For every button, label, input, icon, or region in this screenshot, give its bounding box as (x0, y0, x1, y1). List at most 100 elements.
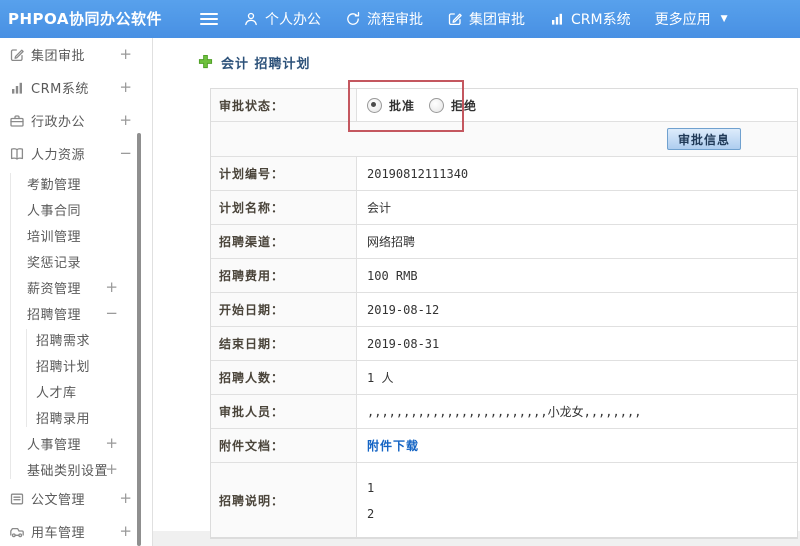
form-row: 开始日期： 2019-08-12 (211, 293, 797, 327)
expand-icon[interactable]: + (119, 113, 132, 128)
sidebar: 集团审批 + CRM系统 + 行政办公 + 人力资源 − 考勤管理 人事合同 培训管理 奖惩记录 薪资管… (0, 38, 153, 546)
topbar: PHPOA协同办公软件 个人办公 流程审批 集团审批 CRM系统 更多应用 ▼ (0, 0, 800, 38)
hamburger-icon[interactable] (200, 13, 218, 28)
topnav-item-2[interactable]: 流程审批 (345, 9, 423, 29)
sidebar-item[interactable]: 人事合同 (0, 196, 152, 222)
cycle-icon (345, 11, 361, 27)
expand-icon[interactable]: + (119, 524, 132, 539)
radio-button-checked-icon[interactable] (367, 97, 382, 113)
sidebar-item[interactable]: 人力资源 − (0, 137, 152, 170)
sidebar-item-label: 公文管理 (31, 493, 86, 508)
collapse-icon[interactable]: − (119, 146, 132, 161)
sidebar-item-label: 人事管理 (27, 437, 82, 453)
car-icon (9, 524, 25, 540)
field-value: 会计 (367, 201, 392, 215)
sidebar-menu: 集团审批 + CRM系统 + 行政办公 + 人力资源 − 考勤管理 人事合同 培训管理 奖惩记录 薪资管… (0, 38, 152, 546)
page-header: 会计 招聘计划 (198, 53, 311, 72)
field-label: 招聘渠道： (211, 225, 357, 258)
sidebar-item[interactable]: 招聘管理 − (0, 300, 152, 326)
sidebar-item-label: CRM系统 (31, 82, 89, 97)
field-label: 开始日期： (211, 293, 357, 326)
content-panel: 会计 招聘计划 审批状态： 批准 拒绝 审批信息 计划编号： 201908121… (153, 38, 800, 539)
sidebar-item-label: 考勤管理 (27, 177, 82, 193)
sidebar-item[interactable]: 招聘录用 (0, 404, 152, 430)
sidebar-submenu: 考勤管理人事合同培训管理奖惩记录薪资管理 + 招聘管理 − 招聘需求 招聘计划 人才库招聘录… (0, 170, 152, 482)
field-label: 招聘说明： (211, 463, 357, 537)
expand-icon[interactable]: + (105, 461, 118, 477)
chart-icon (9, 80, 25, 96)
sidebar-item[interactable]: 人事管理 + (0, 430, 152, 456)
expand-icon[interactable]: + (119, 80, 132, 95)
sidebar-item[interactable]: 集团审批 + (0, 38, 152, 71)
sidebar-item-label: 基础类别设置 (27, 463, 109, 479)
plus-icon (198, 54, 213, 72)
approval-status-row: 审批状态： 批准 拒绝 (211, 89, 797, 122)
collapse-icon[interactable]: − (105, 305, 118, 321)
radio-approve-label: 批准 (389, 98, 416, 113)
field-value: ,,,,,,,,,,,,,,,,,,,,,,,,,小龙女,,,,,,,, (367, 405, 642, 419)
detail-form: 审批状态： 批准 拒绝 审批信息 计划编号： 20190812111340 计划… (210, 88, 798, 539)
field-value: 1 人 (367, 371, 394, 385)
topnav-item-label: 集团审批 (469, 12, 525, 28)
field-value: 附件下载 (357, 429, 797, 462)
field-label: 计划编号： (211, 157, 357, 190)
sidebar-item[interactable]: 招聘需求 (0, 326, 152, 352)
approval-info-button[interactable]: 审批信息 (666, 128, 741, 150)
sidebar-item-label: 培训管理 (27, 229, 82, 245)
topnav-item-label: 个人办公 (265, 12, 321, 28)
chart-icon (549, 11, 565, 27)
field-label: 计划名称： (211, 191, 357, 224)
expand-icon[interactable]: + (119, 491, 132, 506)
sidebar-item[interactable]: 考勤管理 (0, 170, 152, 196)
topnav-item-label: CRM系统 (571, 12, 631, 28)
topnav-item-4[interactable]: CRM系统 (549, 9, 631, 29)
field-label: 审批状态： (211, 89, 357, 121)
expand-icon[interactable]: + (119, 47, 132, 62)
form-row: 审批人员： ,,,,,,,,,,,,,,,,,,,,,,,,,小龙女,,,,,,,… (211, 395, 797, 429)
sidebar-item[interactable]: 培训管理 (0, 222, 152, 248)
radio-button-unchecked-icon[interactable] (429, 97, 445, 113)
sidebar-submenu: 招聘需求 招聘计划 人才库招聘录用 (0, 326, 152, 430)
form-row: 招聘说明： 1 2 (211, 463, 797, 538)
radio-reject[interactable]: 拒绝 (429, 97, 477, 114)
sidebar-item-label: 招聘录用 (36, 411, 91, 427)
approval-status-value: 批准 拒绝 (357, 89, 797, 121)
form-row: 招聘人数： 1 人 (211, 361, 797, 395)
sidebar-item-label: 人力资源 (31, 148, 86, 163)
sidebar-item[interactable]: 用车管理 + (0, 515, 152, 546)
sidebar-item[interactable]: 奖惩记录 (0, 248, 152, 274)
expand-icon[interactable]: + (105, 279, 118, 295)
sidebar-item-label: 用车管理 (31, 526, 86, 541)
sidebar-item[interactable]: 薪资管理 + (0, 274, 152, 300)
form-row: 计划名称： 会计 (211, 191, 797, 225)
sidebar-item-label: 集团审批 (31, 49, 86, 64)
edit-icon (9, 47, 25, 63)
sidebar-item-label: 行政办公 (31, 115, 86, 130)
doc-icon (9, 491, 25, 507)
sidebar-item-label: 奖惩记录 (27, 255, 82, 271)
top-navigation: 个人办公 流程审批 集团审批 CRM系统 更多应用 ▼ (243, 0, 728, 38)
topnav-item-5[interactable]: 更多应用 ▼ (655, 9, 728, 29)
sidebar-scrollbar[interactable] (137, 133, 141, 546)
field-label: 招聘人数： (211, 361, 357, 394)
app-window: PHPOA协同办公软件 个人办公 流程审批 集团审批 CRM系统 更多应用 ▼ 集团审批 +… (0, 0, 800, 546)
sidebar-item[interactable]: 基础类别设置 + (0, 456, 152, 482)
sidebar-item[interactable]: 人才库 (0, 378, 152, 404)
briefcase-icon (9, 113, 25, 129)
topnav-item-1[interactable]: 个人办公 (243, 9, 321, 29)
attachment-download-link[interactable]: 附件下载 (367, 437, 419, 454)
radio-approve[interactable]: 批准 (367, 97, 415, 114)
sidebar-item[interactable]: 公文管理 + (0, 482, 152, 515)
edit-icon (447, 11, 463, 27)
topnav-item-3[interactable]: 集团审批 (447, 9, 525, 29)
form-row: 招聘费用： 100 RMB (211, 259, 797, 293)
field-label: 审批人员： (211, 395, 357, 428)
form-row: 附件文档： 附件下载 (211, 429, 797, 463)
expand-icon[interactable]: + (105, 435, 118, 451)
field-label: 招聘费用： (211, 259, 357, 292)
sidebar-item[interactable]: 招聘计划 (0, 352, 152, 378)
sidebar-item[interactable]: 行政办公 + (0, 104, 152, 137)
sidebar-item[interactable]: CRM系统 + (0, 71, 152, 104)
field-value: 网络招聘 (367, 235, 416, 249)
sidebar-item-label: 招聘管理 (27, 307, 82, 323)
